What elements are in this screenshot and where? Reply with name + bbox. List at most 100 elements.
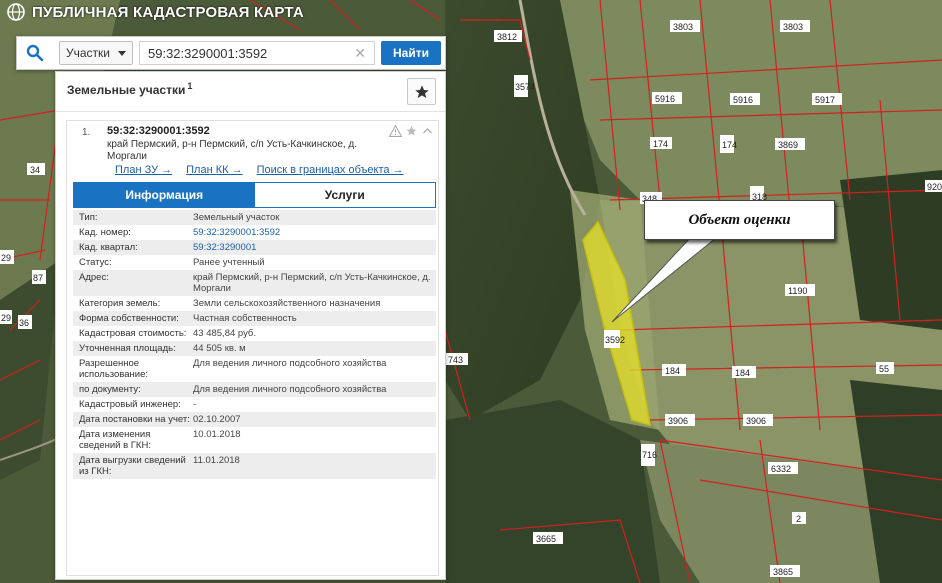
- search-bar: Участки 59:32:3290001:3592 ✕ Найти: [16, 36, 446, 70]
- info-value: Ранее учтенный: [193, 257, 265, 268]
- parcel-label: 34: [30, 165, 40, 175]
- info-value[interactable]: 59:32:3290001: [193, 242, 436, 253]
- parcel-label: 920: [927, 182, 942, 192]
- info-table: Тип: Земельный участок Кад. номер: 59:32:32…: [73, 210, 436, 479]
- search-input-value: 59:32:3290001:3592: [148, 45, 268, 61]
- result-number: 1.: [82, 127, 91, 138]
- object-callout: Объект оценки: [644, 200, 835, 240]
- results-count: 1: [187, 81, 193, 91]
- search-icon[interactable]: [17, 37, 53, 69]
- info-row: Форма собственности: Частная собственност…: [73, 311, 436, 326]
- info-key: Кад. номер:: [79, 227, 131, 238]
- app-header: ПУБЛИЧНАЯ КАДАСТРОВАЯ КАРТА: [6, 2, 304, 22]
- info-row: Дата постановки на учет: 02.10.2007: [73, 412, 436, 427]
- info-value: край Пермский, р-н Пермский, с/п Усть-Ка…: [193, 272, 431, 294]
- search-type-select[interactable]: Участки: [59, 41, 133, 65]
- parcel-label: 55: [879, 364, 889, 374]
- parcel-label: 3803: [783, 22, 803, 32]
- parcel-label: 5916: [655, 94, 675, 104]
- plan-zu-link[interactable]: План ЗУ →: [115, 164, 172, 176]
- info-key: Дата выгрузки сведений из ГКН:: [79, 455, 186, 477]
- info-key: Дата изменения сведений в ГКН:: [79, 429, 151, 451]
- info-value: Частная собственность: [193, 313, 297, 324]
- parcel-label: 3812: [497, 32, 517, 42]
- star-icon: [414, 84, 429, 98]
- parcel-label: 5916: [733, 95, 753, 105]
- star-icon[interactable]: [405, 125, 418, 137]
- info-row: Уточненная площадь: 44 505 кв. м: [73, 341, 436, 356]
- info-key: Уточненная площадь:: [79, 343, 176, 354]
- parcel-label: 29: [1, 253, 11, 263]
- info-value: Для ведения личного подсобного хозяйства: [193, 358, 387, 369]
- info-value[interactable]: 59:32:3290001:3592: [193, 227, 436, 238]
- info-value: 02.10.2007: [193, 414, 241, 425]
- info-key: по документу:: [79, 384, 141, 395]
- clear-icon[interactable]: ✕: [354, 45, 366, 62]
- parcel-label: 716: [642, 450, 657, 460]
- info-row: Дата выгрузки сведений из ГКН: 11.01.2018: [73, 453, 436, 479]
- info-key: Тип:: [79, 212, 98, 223]
- info-key: Категория земель:: [79, 298, 161, 309]
- parcel-label: 3574: [515, 82, 535, 92]
- parcel-label: 29: [1, 313, 11, 323]
- info-row: Кад. квартал: 59:32:3290001: [73, 240, 436, 255]
- chevron-up-icon[interactable]: [421, 125, 434, 137]
- parcel-label: 743: [448, 355, 463, 365]
- info-row: Кад. номер: 59:32:3290001:3592: [73, 225, 436, 240]
- parcel-label: 174: [722, 140, 737, 150]
- info-row: Категория земель: Земли сельскохозяйствен…: [73, 296, 436, 311]
- parcel-label: 2: [796, 514, 801, 524]
- info-value: 43 485,84 руб.: [193, 328, 257, 339]
- info-row: Кадастровая стоимость: 43 485,84 руб.: [73, 326, 436, 341]
- info-row: Статус: Ранее учтенный: [73, 255, 436, 270]
- parcel-label: 3592: [605, 335, 625, 345]
- parcel-label: 3869: [778, 140, 798, 150]
- info-row: Дата изменения сведений в ГКН: 10.01.2018: [73, 427, 436, 453]
- parcel-label: 3665: [536, 534, 556, 544]
- tab-services[interactable]: Услуги: [254, 183, 435, 207]
- info-key: Дата постановки на учет:: [79, 414, 190, 425]
- info-key: Кадастровый инженер:: [79, 399, 181, 410]
- info-row: Адрес: край Пермский, р-н Пермский, с/п У…: [73, 270, 436, 296]
- parcel-label: 6332: [771, 464, 791, 474]
- results-panel: Земельные участки 1 1. 59:32:3290001:3592…: [55, 71, 446, 580]
- search-type-value: Участки: [66, 46, 110, 60]
- info-key: Форма собственности:: [79, 313, 179, 324]
- tab-info[interactable]: Информация: [74, 183, 255, 207]
- parcel-label: 1190: [788, 286, 807, 296]
- parcel-label: 3906: [668, 416, 688, 426]
- parcel-label: 3803: [673, 22, 693, 32]
- card-tabs: Информация Услуги: [73, 182, 436, 208]
- parcel-label: 3865: [773, 567, 793, 577]
- parcel-label: 87: [33, 273, 43, 283]
- parcel-label: 5917: [815, 95, 835, 105]
- info-value: 11.01.2018: [193, 455, 240, 466]
- info-row: Разрешенное использование: Для ведения ли…: [73, 356, 436, 382]
- card-actions: [389, 125, 434, 137]
- warning-icon[interactable]: [389, 125, 402, 137]
- results-title: Земельные участки 1: [67, 81, 192, 97]
- info-value: -: [193, 399, 197, 410]
- results-title-text: Земельные участки: [67, 83, 186, 97]
- info-row: по документу: Для ведения личного подсобн…: [73, 382, 436, 397]
- info-key: Кадастровая стоимость:: [79, 328, 187, 339]
- search-input[interactable]: 59:32:3290001:3592 ✕: [139, 41, 375, 65]
- parcel-label: 3906: [746, 416, 766, 426]
- info-key: Кад. квартал:: [79, 242, 138, 253]
- info-row: Кадастровый инженер: -: [73, 397, 436, 412]
- info-value: 44 505 кв. м: [193, 343, 246, 354]
- search-in-bounds-link[interactable]: Поиск в границах объекта →: [257, 164, 404, 176]
- results-header: Земельные участки 1: [56, 72, 445, 112]
- result-card[interactable]: 1. 59:32:3290001:3592 край Пермский, р-н…: [66, 120, 439, 576]
- info-key: Адрес:: [79, 272, 109, 283]
- plan-kk-link[interactable]: План КК →: [186, 164, 242, 176]
- chevron-down-icon: [118, 50, 126, 56]
- info-value: Для ведения личного подсобного хозяйства: [193, 384, 387, 395]
- favorite-button[interactable]: [407, 78, 436, 105]
- result-cad-number[interactable]: 59:32:3290001:3592: [107, 125, 210, 137]
- find-button[interactable]: Найти: [381, 41, 441, 65]
- parcel-label: 184: [665, 366, 680, 376]
- globe-logo-icon: [7, 3, 25, 21]
- info-key: Статус:: [79, 257, 112, 268]
- info-value: 10.01.2018: [193, 429, 241, 440]
